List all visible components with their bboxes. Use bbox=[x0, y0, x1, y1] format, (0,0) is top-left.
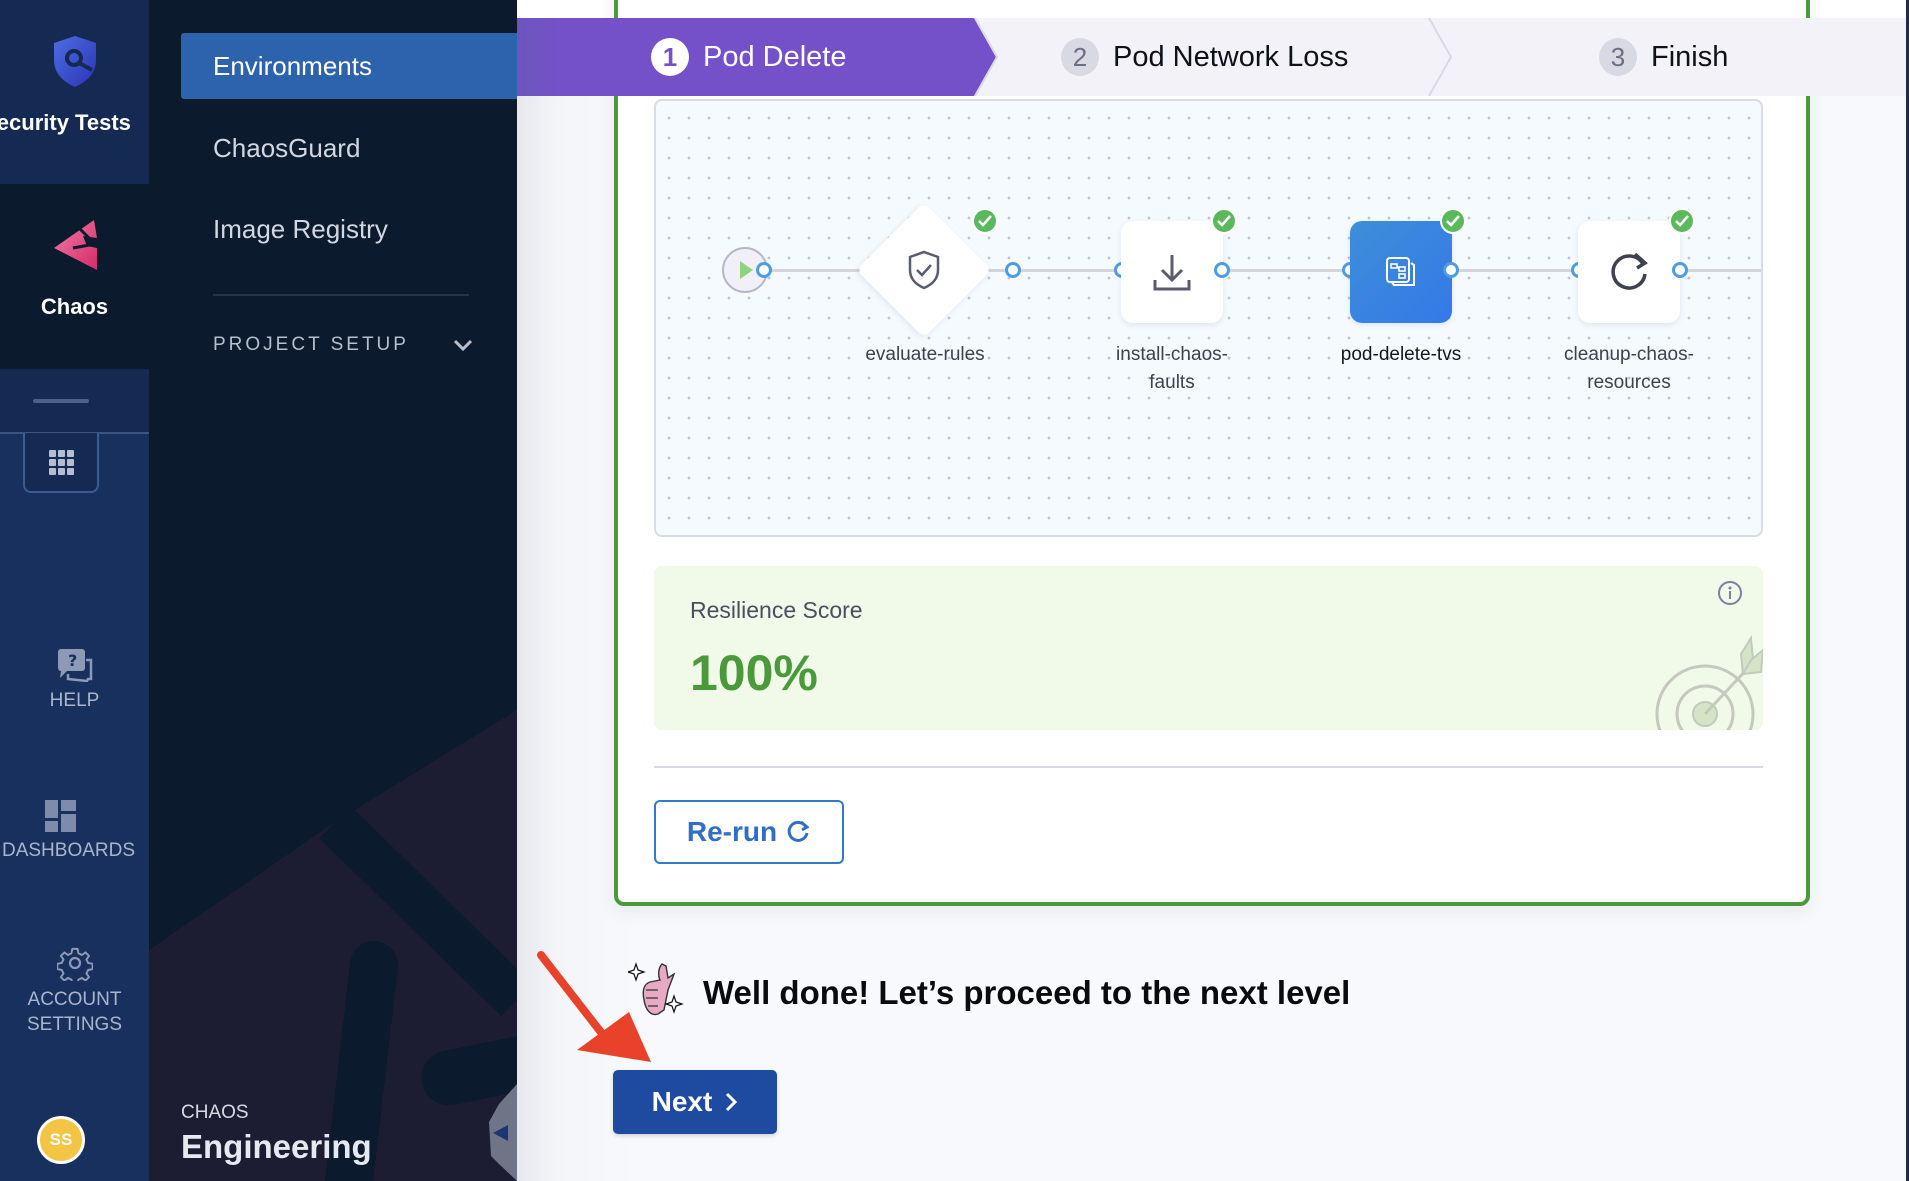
success-message: Well done! Let’s proceed to the next lev… bbox=[703, 974, 1351, 1011]
collapse-sidebar-handle[interactable] bbox=[489, 1084, 517, 1181]
experiment-stepper: 1 Pod Delete 2 Pod Network Loss 3 Finish bbox=[517, 18, 1906, 96]
port bbox=[756, 262, 772, 278]
node-label: cleanup-chaos-resources bbox=[1549, 341, 1709, 397]
rail-item-help[interactable]: ? HELP bbox=[0, 648, 149, 713]
gear-icon bbox=[56, 947, 93, 981]
chevron-down-icon bbox=[453, 339, 473, 352]
nav-item-environments[interactable]: Environments bbox=[181, 33, 517, 99]
info-icon[interactable] bbox=[1717, 580, 1743, 606]
step-number: 1 bbox=[651, 38, 689, 76]
node-label-line: faults bbox=[1149, 372, 1195, 393]
chevron-right-icon bbox=[726, 1092, 738, 1112]
pipeline-node-install-chaos-faults[interactable] bbox=[1121, 221, 1223, 323]
module-chaos[interactable]: Chaos bbox=[0, 184, 149, 369]
rail-item-label: DASHBOARDS bbox=[1, 840, 136, 861]
download-icon bbox=[1153, 255, 1191, 291]
primary-rail: Security Tests Chaos ? HELP bbox=[0, 0, 149, 1181]
next-label: Next bbox=[651, 1086, 713, 1117]
port bbox=[1443, 262, 1459, 278]
shield-check-icon bbox=[908, 250, 940, 290]
success-check-icon bbox=[1211, 208, 1237, 234]
brand-title: Engineering bbox=[181, 1128, 372, 1165]
experiment-card: evaluate-rules install-chaos-faults pod-… bbox=[614, 0, 1810, 906]
step-label: Pod Delete bbox=[703, 40, 847, 73]
node-label: pod-delete-tvs bbox=[1340, 344, 1462, 365]
chaos-logo-icon bbox=[53, 220, 97, 270]
rail-item-label: HELP bbox=[49, 690, 100, 711]
all-modules-button[interactable] bbox=[23, 433, 99, 493]
project-setup-toggle[interactable]: PROJECT SETUP bbox=[213, 334, 473, 356]
pipeline-node-cleanup-chaos-resources[interactable] bbox=[1578, 221, 1680, 323]
node-label-line: install-chaos- bbox=[1116, 344, 1228, 365]
step-divider bbox=[1428, 18, 1453, 96]
node-label-line: resources bbox=[1587, 372, 1671, 393]
svg-text:?: ? bbox=[68, 651, 77, 670]
step-pod-delete[interactable]: 1 Pod Delete bbox=[517, 18, 1014, 96]
port bbox=[1005, 262, 1021, 278]
nav-item-image-registry[interactable]: Image Registry bbox=[181, 196, 517, 262]
user-avatar[interactable]: SS bbox=[37, 1116, 85, 1164]
module-label: Security Tests bbox=[0, 110, 131, 135]
shield-search-icon bbox=[53, 36, 96, 87]
resilience-score-title: Resilience Score bbox=[690, 597, 863, 623]
module-label: Chaos bbox=[40, 294, 109, 319]
rerun-label: Re-run bbox=[686, 816, 778, 847]
resilience-score-panel: Resilience Score 100% bbox=[654, 566, 1763, 730]
brand-subtitle: CHAOS bbox=[181, 1102, 249, 1123]
step-divider bbox=[974, 18, 999, 96]
rail-item-dashboards[interactable]: DASHBOARDS bbox=[0, 800, 143, 863]
success-check-icon bbox=[1669, 208, 1695, 234]
node-label: install-chaos-faults bbox=[1092, 341, 1252, 397]
step-finish[interactable]: 3 Finish bbox=[1599, 18, 1728, 96]
pipeline-diagram: evaluate-rules install-chaos-faults pod-… bbox=[654, 99, 1763, 537]
step-label: Finish bbox=[1651, 40, 1729, 73]
resilience-score-value: 100% bbox=[690, 645, 818, 701]
dashboard-icon bbox=[45, 800, 76, 832]
target-arrow-illustration bbox=[1655, 634, 1763, 730]
step-number: 2 bbox=[1061, 38, 1099, 76]
pipeline-node-pod-delete-tvs[interactable] bbox=[1350, 221, 1452, 323]
node-label: evaluate-rules bbox=[865, 344, 985, 365]
step-label: Pod Network Loss bbox=[1113, 40, 1349, 73]
thumbs-up-icon bbox=[628, 962, 684, 1016]
grid-icon bbox=[48, 449, 74, 475]
success-check-icon bbox=[972, 208, 998, 234]
success-check-icon bbox=[1440, 208, 1466, 234]
step-number: 3 bbox=[1599, 38, 1637, 76]
section-label: PROJECT SETUP bbox=[213, 334, 409, 355]
help-chat-icon: ? bbox=[57, 649, 92, 682]
play-icon bbox=[740, 261, 753, 279]
rail-divider bbox=[0, 369, 149, 434]
module-security-tests[interactable]: Security Tests bbox=[0, 0, 149, 184]
rerun-button[interactable]: Re-run bbox=[654, 800, 844, 864]
port bbox=[1672, 262, 1688, 278]
refresh-icon bbox=[787, 820, 810, 842]
card-divider bbox=[654, 766, 1763, 768]
next-button[interactable]: Next bbox=[613, 1070, 777, 1134]
rail-item-label: SETTINGS bbox=[26, 1014, 122, 1035]
nav-item-chaosguard[interactable]: ChaosGuard bbox=[181, 115, 517, 181]
node-label-line: cleanup-chaos- bbox=[1564, 344, 1694, 365]
refresh-icon bbox=[1611, 252, 1648, 290]
rail-item-label: ACCOUNT bbox=[27, 989, 122, 1010]
rail-item-account-settings[interactable]: ACCOUNT SETTINGS bbox=[0, 945, 149, 1037]
secondary-nav: Environments ChaosGuard Image Registry P… bbox=[149, 0, 517, 1181]
step-pod-network-loss[interactable]: 2 Pod Network Loss bbox=[1061, 18, 1348, 96]
chaos-fault-icon bbox=[1386, 257, 1415, 286]
main-content: evaluate-rules install-chaos-faults pod-… bbox=[517, 0, 1906, 1181]
nav-divider bbox=[213, 294, 469, 296]
port bbox=[1214, 262, 1230, 278]
